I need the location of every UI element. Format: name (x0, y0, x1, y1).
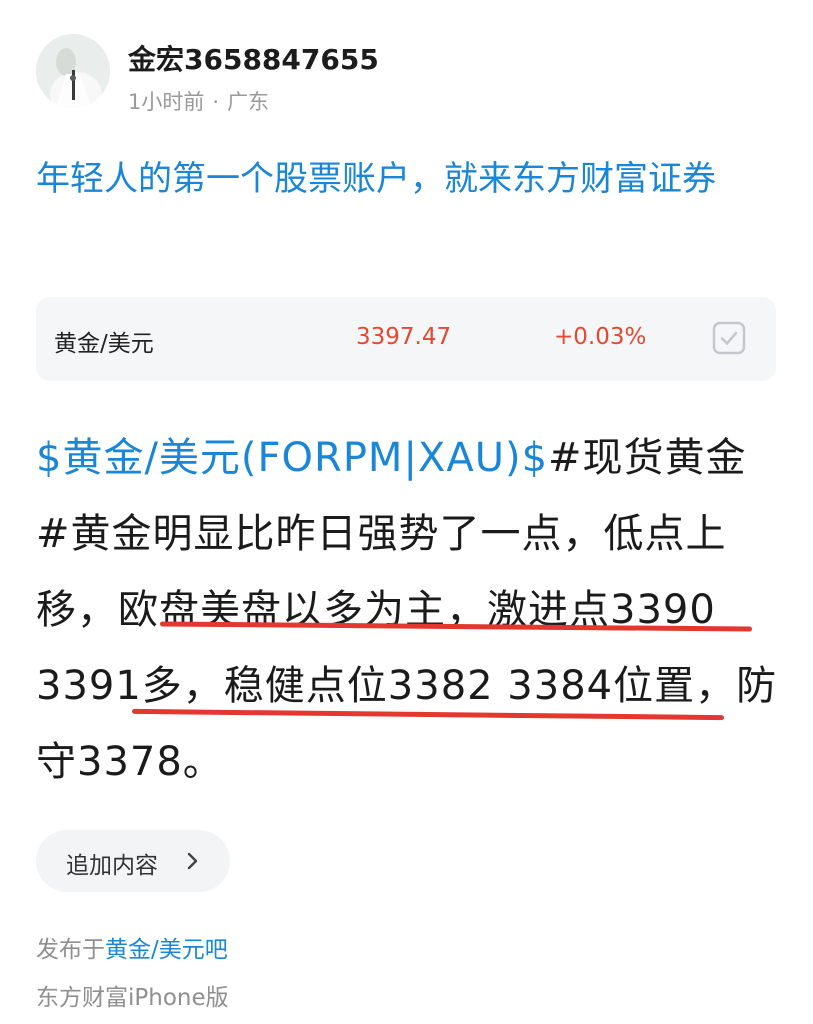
post-meta: 1小时前 · 广东 (128, 86, 269, 116)
published-prefix: 发布于 (36, 937, 105, 963)
published-in: 发布于黄金/美元吧 (36, 930, 228, 964)
avatar-image (36, 34, 110, 108)
quote-name: 黄金/美元 (54, 331, 154, 357)
post-body-text: #现货黄金#黄金明显比昨日强势了一点，低点上移，欧盘美盘以多为主，激进点3390… (36, 435, 778, 785)
checkbox-icon[interactable] (712, 321, 746, 355)
quote-change: +0.03% (554, 324, 647, 350)
meta-separator: · (212, 90, 220, 114)
post-source: 东方财富iPhone版 (36, 985, 229, 1011)
forum-link[interactable]: 黄金/美元吧 (105, 937, 228, 963)
chevron-right-icon (187, 852, 198, 870)
post-time: 1小时前 (128, 90, 205, 114)
avatar[interactable] (36, 34, 110, 108)
quote-price: 3397.47 (356, 324, 452, 350)
add-content-label: 追加内容 (66, 853, 158, 879)
author-name[interactable]: 金宏3658847655 (128, 38, 379, 78)
promo-headline-link[interactable]: 年轻人的第一个股票账户，就来东方财富证券 (36, 150, 781, 209)
add-content-button[interactable]: 追加内容 (36, 830, 230, 892)
post-location: 广东 (227, 90, 270, 114)
author-header: 金宏3658847655 1小时前 · 广东 (36, 34, 776, 114)
quote-card[interactable]: 黄金/美元 3397.47 +0.03% (36, 297, 776, 381)
post-content: $黄金/美元(FORPM|XAU)$#现货黄金#黄金明显比昨日强势了一点，低点上… (36, 420, 781, 800)
stock-tag-link[interactable]: $黄金/美元(FORPM|XAU)$ (36, 435, 548, 481)
